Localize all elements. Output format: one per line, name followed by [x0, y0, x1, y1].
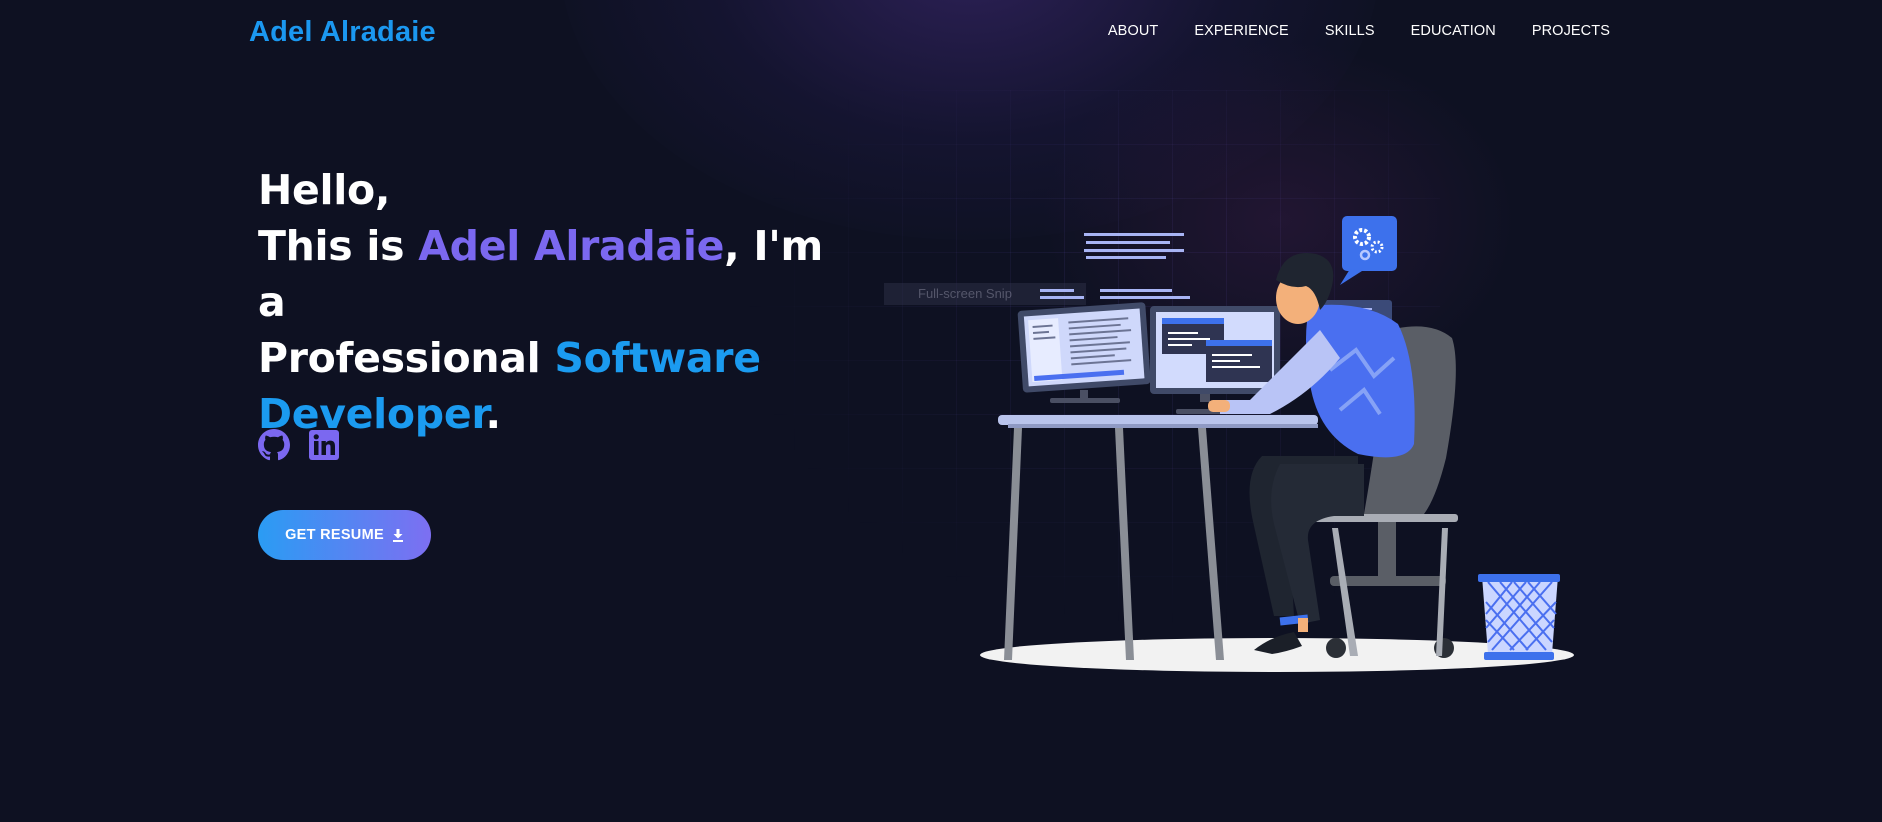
main-nav: ABOUT EXPERIENCE SKILLS EDUCATION PROJEC… — [1108, 23, 1610, 39]
linkedin-icon[interactable] — [308, 429, 340, 461]
gear-bubble-icon — [1340, 216, 1397, 285]
nav-link-education[interactable]: EDUCATION — [1411, 23, 1496, 39]
hero-role-word1: Software — [554, 334, 761, 382]
social-links — [258, 429, 340, 461]
site-logo[interactable]: Adel Alradaie — [249, 16, 436, 49]
hero-end-punct: . — [485, 390, 501, 438]
nav-link-experience[interactable]: EXPERIENCE — [1194, 23, 1288, 39]
developer-desk-illustration — [980, 216, 1574, 672]
hero-name: Adel Alradaie — [418, 222, 725, 270]
download-icon — [392, 528, 403, 542]
hero-role-prefix: Professional — [258, 334, 555, 382]
hero-intro-prefix: This is — [258, 222, 419, 270]
github-icon[interactable] — [258, 429, 290, 461]
get-resume-button[interactable]: GET RESUME — [258, 510, 431, 560]
hero-greeting: Hello, — [258, 166, 391, 214]
get-resume-label: GET RESUME — [285, 527, 384, 543]
hero-heading: Hello, This is Adel Alradaie, I'm a Prof… — [258, 162, 858, 442]
nav-link-skills[interactable]: SKILLS — [1325, 23, 1375, 39]
hero-section: Hello, This is Adel Alradaie, I'm a Prof… — [258, 162, 858, 442]
nav-link-projects[interactable]: PROJECTS — [1532, 23, 1610, 39]
site-header: Adel Alradaie ABOUT EXPERIENCE SKILLS ED… — [0, 0, 1882, 66]
nav-link-about[interactable]: ABOUT — [1108, 23, 1158, 39]
